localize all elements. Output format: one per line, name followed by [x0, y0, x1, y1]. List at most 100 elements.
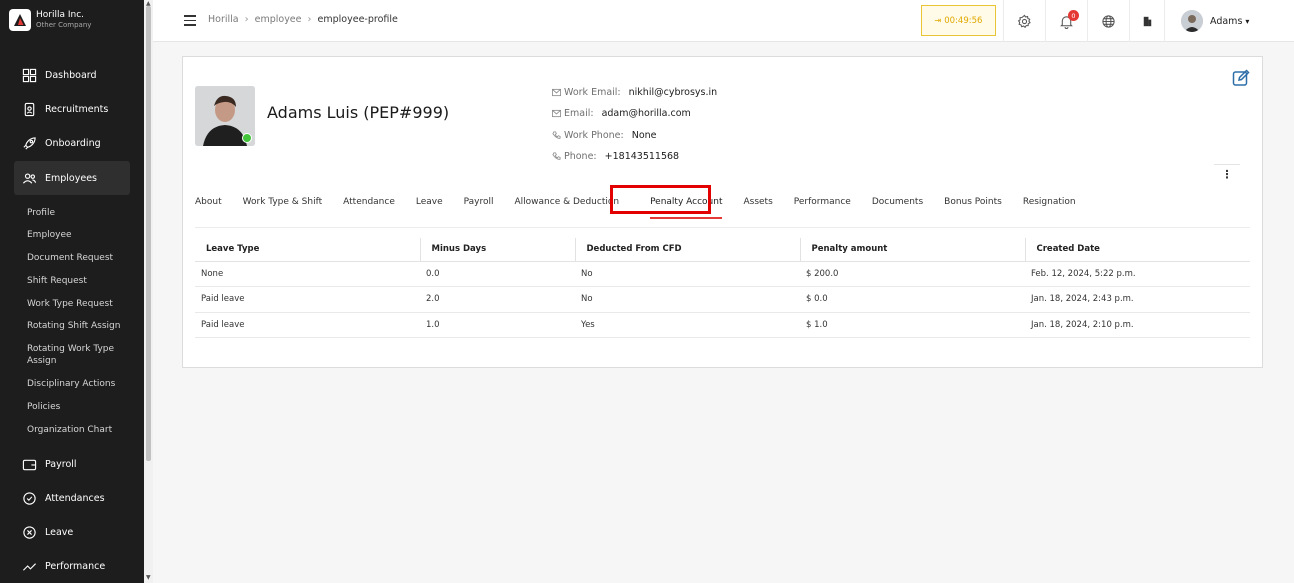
- sidebar-item-label: Attendances: [45, 492, 105, 504]
- contact-work-email: Work Email: nikhil@cybrosys.in: [552, 87, 717, 98]
- close-circle-icon: [22, 525, 37, 540]
- tabs-divider: [195, 227, 1250, 228]
- company-subtitle: Other Company: [36, 21, 92, 29]
- tab-leave[interactable]: Leave: [416, 197, 443, 207]
- recruitment-icon: [22, 102, 37, 117]
- sidebar-item-onboarding[interactable]: Onboarding: [14, 126, 130, 160]
- tab-work-type-shift[interactable]: Work Type & Shift: [243, 197, 323, 207]
- phone-icon: [552, 131, 561, 139]
- tab-performance[interactable]: Performance: [794, 197, 851, 207]
- globe-icon: [1102, 14, 1115, 28]
- sidebar-scrollbar[interactable]: ▲ ▼: [144, 0, 153, 583]
- contact-value: adam@horilla.com: [601, 108, 691, 119]
- contact-label: Work Email:: [564, 87, 621, 98]
- cell-deducted-from-cfd: Yes: [575, 312, 800, 338]
- sidebar-item-label: Dashboard: [45, 69, 97, 81]
- sidebar-item-label: Recruitments: [45, 103, 109, 115]
- column-header-leave-type: Leave Type: [195, 238, 420, 262]
- table-row[interactable]: Paid leave 2.0 No $ 0.0 Jan. 18, 2024, 2…: [195, 286, 1250, 313]
- cell-minus-days: 1.0: [420, 312, 575, 338]
- table-row[interactable]: None 0.0 No $ 200.0 Feb. 12, 2024, 5:22 …: [195, 261, 1250, 287]
- table-row[interactable]: Paid leave 1.0 Yes $ 1.0 Jan. 18, 2024, …: [195, 312, 1250, 338]
- gear-icon: [1017, 14, 1031, 28]
- sidebar-item-performance[interactable]: Performance: [14, 549, 130, 583]
- sidebar-subitem-organization-chart[interactable]: Organization Chart: [27, 424, 137, 436]
- cell-leave-type: None: [195, 261, 420, 287]
- column-header-created-date: Created Date: [1024, 238, 1250, 262]
- tab-about[interactable]: About: [195, 197, 222, 207]
- scroll-down-icon[interactable]: ▼: [146, 574, 151, 581]
- sidebar-item-label: Employees: [45, 172, 97, 184]
- notification-badge: 0: [1068, 10, 1079, 21]
- online-status-indicator: [242, 133, 252, 143]
- sidebar-subitem-document-request[interactable]: Document Request: [27, 252, 137, 264]
- contact-email: Email: adam@horilla.com: [552, 108, 691, 119]
- timer-value: 00:49:56: [944, 15, 983, 26]
- sidebar-subitem-policies[interactable]: Policies: [27, 401, 137, 413]
- sidebar-item-label: Payroll: [45, 458, 77, 470]
- company-switch-button[interactable]: [1129, 0, 1164, 42]
- trend-icon: [22, 559, 37, 574]
- company-brand[interactable]: Horilla Inc. Other Company: [9, 9, 91, 31]
- sidebar-item-label: Leave: [45, 526, 74, 538]
- sidebar-subitem-profile[interactable]: Profile: [27, 207, 137, 219]
- settings-button[interactable]: [1003, 0, 1045, 42]
- active-tab-highlight-box: [610, 185, 711, 214]
- sidebar-subitem-rotating-shift-assign[interactable]: Rotating Shift Assign: [27, 320, 137, 332]
- building-icon: [1143, 16, 1151, 26]
- sidebar-subitem-work-type-request[interactable]: Work Type Request: [27, 298, 137, 310]
- company-logo: [9, 9, 31, 31]
- sidebar-item-employees[interactable]: Employees: [14, 161, 130, 195]
- contact-value: nikhil@cybrosys.in: [628, 87, 718, 98]
- sidebar-subitem-disciplinary-actions[interactable]: Disciplinary Actions: [27, 378, 137, 390]
- scrollbar-thumb[interactable]: [146, 6, 151, 461]
- sidebar-item-recruitments[interactable]: Recruitments: [14, 92, 130, 126]
- cell-deducted-from-cfd: No: [575, 261, 800, 287]
- sidebar-subitem-shift-request[interactable]: Shift Request: [27, 275, 137, 287]
- sidebar-item-label: Onboarding: [45, 137, 101, 149]
- attendance-timer-button[interactable]: ⇥ 00:49:56: [921, 5, 996, 36]
- sidebar-item-label: Performance: [45, 560, 106, 572]
- tab-bonus-points[interactable]: Bonus Points: [944, 197, 1002, 207]
- sidebar-item-attendances[interactable]: Attendances: [14, 481, 130, 515]
- breadcrumb-item[interactable]: Horilla: [208, 14, 239, 25]
- cell-leave-type: Paid leave: [195, 312, 420, 338]
- tab-assets[interactable]: Assets: [743, 197, 772, 207]
- avatar: [1181, 10, 1203, 32]
- edit-icon[interactable]: [1232, 69, 1250, 87]
- cell-created-date: Jan. 18, 2024, 2:10 p.m.: [1025, 312, 1250, 338]
- clock-out-icon: ⇥: [934, 16, 942, 25]
- sidebar-item-payroll[interactable]: Payroll: [14, 447, 130, 481]
- sidebar-item-dashboard[interactable]: Dashboard: [14, 58, 130, 92]
- cell-created-date: Feb. 12, 2024, 5:22 p.m.: [1025, 261, 1250, 287]
- language-button[interactable]: [1087, 0, 1129, 42]
- sidebar-item-leave[interactable]: Leave: [14, 515, 130, 549]
- menu-toggle-icon[interactable]: [184, 15, 196, 29]
- wallet-icon: [22, 457, 37, 472]
- dashboard-icon: [22, 68, 37, 83]
- employee-profile-card: Adams Luis (PEP#999) Work Email: nikhil@…: [182, 56, 1263, 368]
- mail-icon: [552, 109, 561, 118]
- column-header-penalty-amount: Penalty amount: [799, 238, 1025, 262]
- tab-resignation[interactable]: Resignation: [1023, 197, 1076, 207]
- user-name: Adams: [1210, 15, 1243, 27]
- sidebar-subitem-employee[interactable]: Employee: [27, 229, 137, 241]
- tab-allowance-deduction[interactable]: Allowance & Deduction: [515, 197, 620, 207]
- tab-documents[interactable]: Documents: [872, 197, 923, 207]
- penalty-account-table: Leave Type Minus Days Deducted From CFD …: [195, 238, 1250, 338]
- more-options-button[interactable]: ⋮: [1214, 164, 1240, 184]
- contact-phone: Phone: +18143511568: [552, 151, 679, 162]
- chevron-right-icon: ›: [307, 14, 312, 25]
- notifications-button[interactable]: 0: [1045, 0, 1087, 42]
- rocket-icon: [22, 136, 37, 151]
- user-menu[interactable]: Adams ▾: [1164, 0, 1249, 42]
- mail-icon: [552, 88, 561, 97]
- cell-penalty-amount: $ 0.0: [800, 286, 1025, 313]
- tab-attendance[interactable]: Attendance: [343, 197, 395, 207]
- sidebar-subitem-rotating-work-type-assign[interactable]: Rotating Work Type Assign: [27, 343, 137, 367]
- contact-label: Email:: [564, 108, 594, 119]
- tab-payroll[interactable]: Payroll: [464, 197, 494, 207]
- breadcrumb-item[interactable]: employee: [255, 14, 302, 25]
- company-name: Horilla Inc.: [36, 10, 85, 20]
- contact-value: +18143511568: [604, 151, 680, 162]
